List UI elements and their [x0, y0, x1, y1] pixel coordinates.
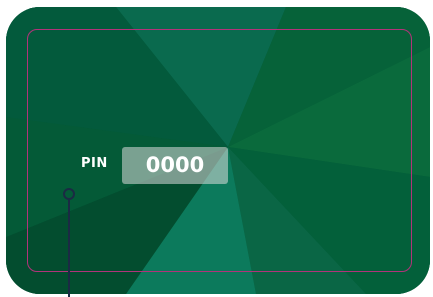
pin-label: PIN [81, 156, 108, 171]
pin-field[interactable]: 0000 [122, 147, 228, 184]
anchor-pin-icon[interactable] [58, 184, 82, 297]
